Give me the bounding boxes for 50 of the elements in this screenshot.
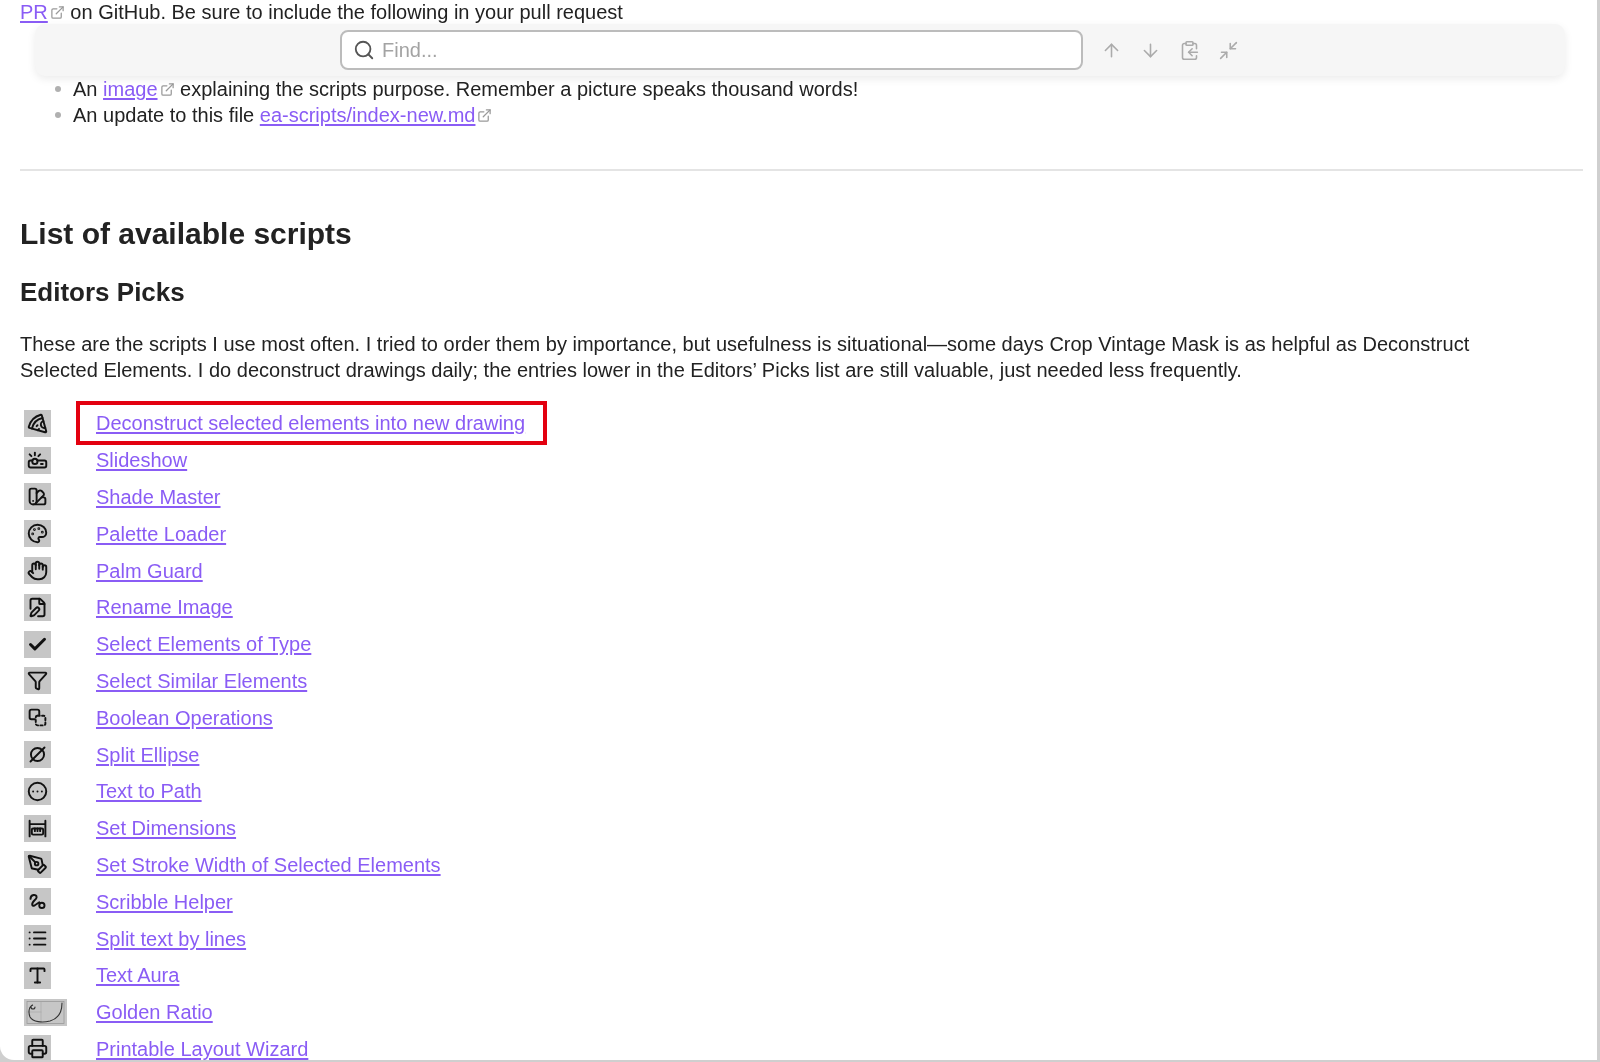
script-link[interactable]: Palm Guard (96, 559, 203, 582)
overlapping-squares-icon (24, 704, 51, 732)
squiggle-icon (24, 888, 51, 916)
bullet-text: An image explaining the scripts purpose. Remember a picture speaks thousand words! (73, 77, 859, 102)
pizza-icon (24, 409, 51, 437)
script-link[interactable]: Golden Ratio (96, 1001, 213, 1024)
bullet-icon (55, 112, 61, 118)
pr-link[interactable]: PR (20, 1, 48, 23)
funnel-icon (24, 667, 51, 695)
hand-icon (24, 557, 51, 585)
find-field[interactable]: Find... (340, 30, 1083, 70)
check-icon (24, 630, 51, 658)
pen-nib-icon (24, 851, 51, 879)
text-link[interactable]: image (103, 78, 158, 100)
script-link[interactable]: Boolean Operations (96, 706, 273, 729)
page-heading: List of available scripts (20, 216, 352, 252)
script-link[interactable]: Printable Layout Wizard (96, 1037, 309, 1060)
letter-t-icon (24, 961, 51, 989)
script-link[interactable]: Shade Master (96, 486, 221, 508)
script-link[interactable]: Split text by lines (96, 927, 247, 950)
list-icon (24, 925, 51, 953)
external-link-icon (49, 5, 65, 20)
script-link[interactable]: Text to Path (96, 780, 202, 803)
text-link[interactable]: ea-scripts/index-new.md (259, 104, 476, 126)
swatch-book-icon (24, 483, 51, 511)
file-pen-icon (24, 593, 51, 621)
script-link[interactable]: Select Similar Elements (96, 669, 308, 692)
search-icon (353, 39, 375, 61)
circle-dots-icon (24, 777, 51, 805)
external-link-icon (159, 82, 175, 97)
script-link[interactable]: Palette Loader (96, 522, 227, 545)
external-link-icon (477, 108, 493, 123)
intro-text: PR on GitHub. Be sure to include the following in your pull request (20, 0, 623, 24)
script-link[interactable]: Slideshow (96, 449, 188, 472)
script-link[interactable]: Split Ellipse (96, 743, 200, 766)
script-link[interactable]: Text Aura (96, 964, 180, 987)
spiral-icon (24, 998, 67, 1026)
script-link[interactable]: Select Elements of Type (96, 633, 312, 656)
projector-icon (24, 446, 51, 474)
script-link[interactable]: Set Stroke Width of Selected Elements (96, 853, 441, 876)
script-link[interactable]: Deconstruct selected elements into new drawing (96, 412, 526, 435)
bullet-text: An update to this file ea-scripts/index-new.md (73, 102, 493, 128)
script-link[interactable]: Scribble Helper (96, 890, 233, 913)
ruler-icon (24, 814, 51, 842)
section-heading: Editors Picks (20, 276, 185, 308)
script-link[interactable]: Rename Image (96, 596, 233, 619)
script-link[interactable]: Set Dimensions (96, 817, 237, 840)
bullet-icon (55, 86, 61, 92)
description-text: These are the scripts I use most often. I tried to order them by importance, but usefulness is situational—some days Crop Vintage Mask is as helpful as Deconstruct Selected Elements. I do deconstruct drawings daily; the entries lower in the Editors’ Picks list are still valuable, just needed less frequently. (20, 332, 1471, 383)
palette-icon (24, 520, 51, 548)
